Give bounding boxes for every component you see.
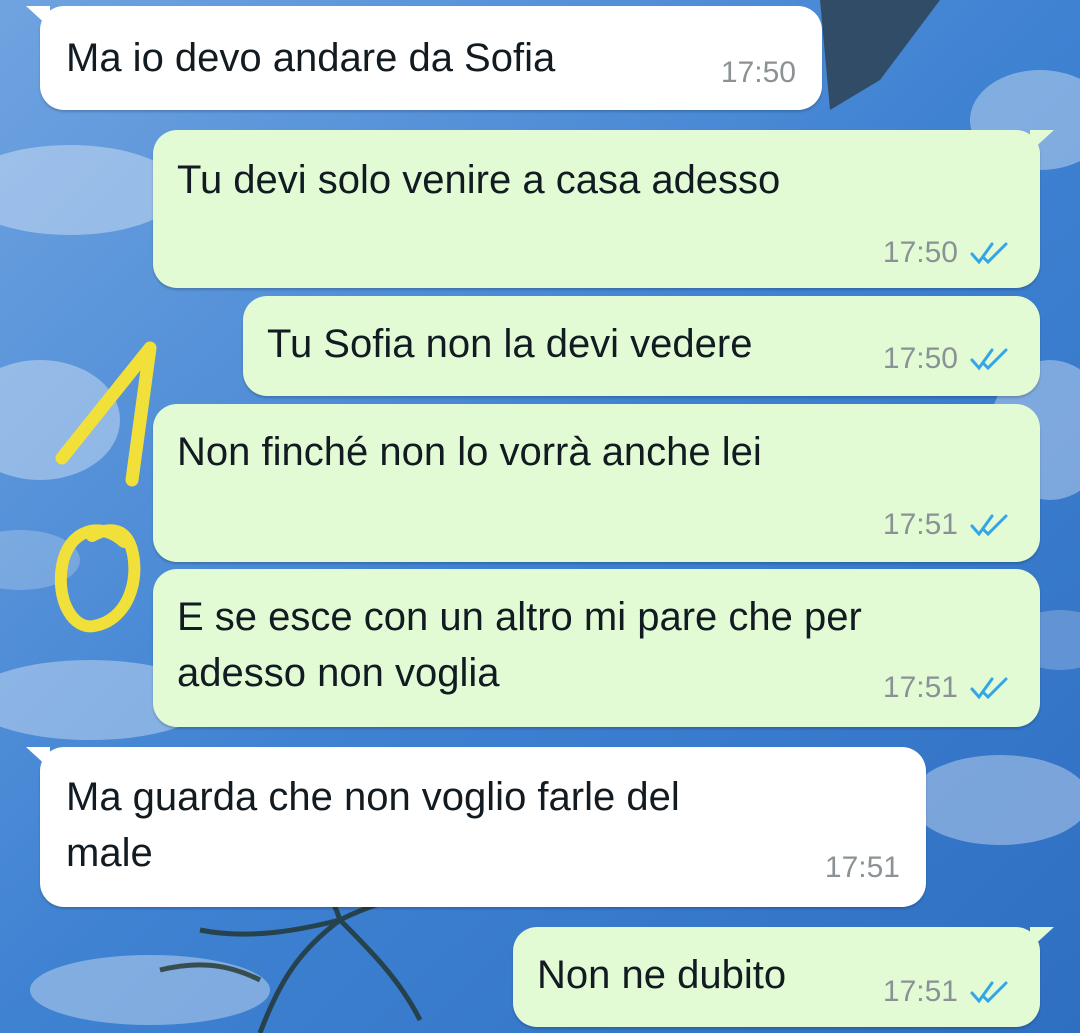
message-bubble-outgoing[interactable]: Non ne dubito 17:51 — [513, 927, 1054, 1027]
message-bubble-outgoing[interactable]: Non finché non lo vorrà anche lei 17:51 — [153, 404, 1040, 562]
message-time: 17:51 — [824, 851, 900, 884]
message-text: Ma io devo andare da Sofia — [66, 36, 556, 80]
message-time: 17:51 — [882, 671, 958, 704]
message-text-line: adesso non voglia — [177, 651, 500, 695]
message-text: Non finché non lo vorrà anche lei — [177, 430, 762, 474]
bubble-tail — [1030, 927, 1054, 949]
bubble-tail — [26, 747, 50, 769]
message-text-line: male — [66, 831, 153, 875]
handwritten-number-annotation — [54, 341, 157, 633]
message-time: 17:51 — [882, 975, 958, 1008]
double-check-read-icon — [970, 514, 1008, 537]
message-text: Non ne dubito — [537, 953, 787, 997]
bubble-tail — [26, 6, 50, 28]
message-time: 17:50 — [720, 56, 796, 89]
bubble-tail — [1030, 130, 1054, 152]
message-text-line: E se esce con un altro mi pare che per — [177, 595, 862, 639]
message-text-line: Ma guarda che non voglio farle del — [66, 775, 680, 819]
double-check-read-icon — [970, 981, 1008, 1004]
message-time: 17:50 — [882, 236, 958, 269]
message-bubble-incoming[interactable]: Ma io devo andare da Sofia 17:50 — [26, 6, 822, 110]
double-check-read-icon — [970, 242, 1008, 265]
message-bubble-outgoing[interactable]: Tu Sofia non la devi vedere 17:50 — [243, 296, 1040, 396]
double-check-read-icon — [970, 348, 1008, 371]
message-bubble-incoming[interactable]: Ma guarda che non voglio farle del male … — [26, 747, 926, 907]
message-text: Tu devi solo venire a casa adesso — [177, 158, 781, 202]
message-bubble-outgoing[interactable]: Tu devi solo venire a casa adesso 17:50 — [153, 130, 1054, 288]
double-check-read-icon — [970, 677, 1008, 700]
message-time: 17:51 — [882, 508, 958, 541]
message-text: Tu Sofia non la devi vedere — [267, 322, 753, 366]
message-time: 17:50 — [882, 342, 958, 375]
message-bubble-outgoing[interactable]: E se esce con un altro mi pare che per a… — [153, 569, 1040, 727]
